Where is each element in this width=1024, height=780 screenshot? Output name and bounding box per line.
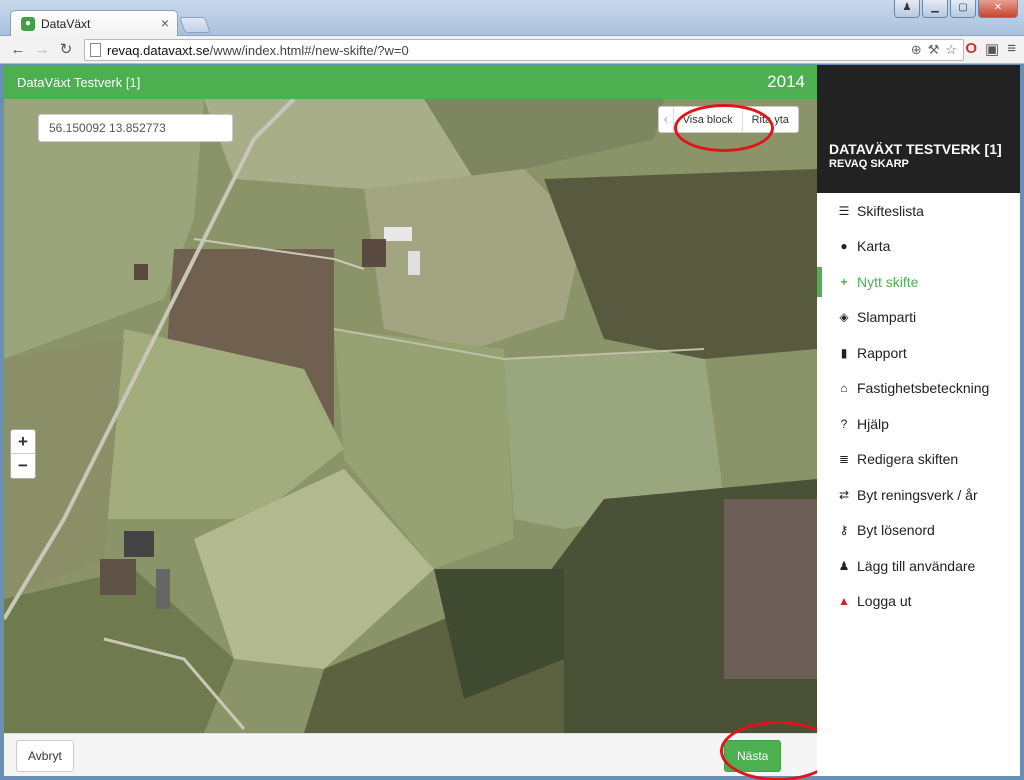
zoom-out-button[interactable]: −: [11, 454, 35, 478]
sidebar-item-label: Rapport: [857, 344, 907, 361]
cubes-icon: ◈: [839, 310, 849, 325]
sidebar-item-label: Fastighetsbeteckning: [857, 380, 990, 397]
address-bar[interactable]: revaq.datavaxt.se/www/index.html#/new-sk…: [84, 39, 964, 61]
maximize-button[interactable]: ▢: [950, 0, 976, 18]
app-container: DataVäxt Testverk [1] 2014 56.150092 13.…: [4, 65, 1020, 780]
satellite-imagery: [4, 99, 817, 733]
warning-icon: ▲: [838, 594, 850, 609]
bookmark-star-icon[interactable]: ☆: [945, 42, 957, 58]
extension-icons: O ▣ ≡: [965, 40, 1016, 58]
question-icon: ?: [840, 416, 848, 431]
form-footer: Avbryt Nästa: [4, 721, 836, 780]
zoom-control: + −: [10, 429, 36, 479]
sidebar-menu: ☰ Skifteslista ● Karta + Nytt skifte ◈ S…: [817, 193, 1020, 619]
omnibox-icons: ⊕ ⚒ ☆: [911, 42, 957, 58]
sidebar-item-lagg-till-anvandare[interactable]: ♟ Lägg till användare: [817, 548, 1020, 584]
annotation-circle-visa-block: [674, 104, 774, 152]
opera-extension-icon[interactable]: O: [965, 40, 977, 58]
sidebar-item-label: Lägg till användare: [857, 557, 976, 574]
sidebar-item-logga-ut[interactable]: ▲ Logga ut: [817, 584, 1020, 620]
sidebar: DATAVÄXT TESTVERK [1] REVAQ SKARP ☰ Skif…: [817, 65, 1020, 776]
globe-icon: ●: [840, 239, 848, 254]
back-arrow-icon[interactable]: ←: [8, 40, 28, 60]
file-icon: ▮: [840, 345, 848, 360]
new-tab-button[interactable]: [179, 17, 211, 33]
datavaxt-favicon-icon: ●: [21, 17, 35, 31]
sidebar-item-byt-losenord[interactable]: ⚷ Byt lösenord: [817, 513, 1020, 549]
sidebar-item-label: Slamparti: [857, 309, 917, 326]
satellite-map[interactable]: ‹ Visa block Rita yta + −: [4, 99, 817, 733]
sidebar-item-karta[interactable]: ● Karta: [817, 229, 1020, 265]
sidebar-item-redigera-skiften[interactable]: ≣ Redigera skiften: [817, 442, 1020, 478]
exchange-icon: ⇄: [838, 487, 850, 502]
tools-icon[interactable]: ⚒: [928, 42, 940, 58]
menu-icon[interactable]: ≡: [1007, 40, 1016, 58]
sidebar-item-label: Nytt skifte: [857, 273, 919, 290]
user-icon: ♟: [838, 558, 850, 573]
sidebar-item-label: Hjälp: [857, 415, 889, 432]
sidebar-item-label: Byt reningsverk / år: [857, 486, 978, 503]
tab-title: DataVäxt: [41, 17, 91, 31]
browser-toolbar: ← → ↻ revaq.datavaxt.se/www/index.html#/…: [0, 36, 1024, 64]
window-controls: ♟ ▁ ▢ ✕: [892, 0, 1018, 18]
home-icon: ⌂: [840, 381, 848, 396]
plus-icon: +: [840, 274, 848, 289]
sidebar-item-label: Redigera skiften: [857, 451, 959, 468]
coordinate-search-input[interactable]: [38, 114, 233, 142]
sidebar-item-rapport[interactable]: ▮ Rapport: [817, 335, 1020, 371]
sidebar-subtitle: REVAQ SKARP: [829, 158, 909, 170]
key-icon: ⚷: [839, 523, 849, 538]
url-text: revaq.datavaxt.se/www/index.html#/new-sk…: [107, 43, 409, 58]
location-icon[interactable]: ⊕: [911, 42, 922, 58]
minimize-button[interactable]: ▁: [922, 0, 948, 18]
sidebar-item-slamparti[interactable]: ◈ Slamparti: [817, 300, 1020, 336]
user-icon[interactable]: ♟: [894, 0, 920, 18]
page-icon: [90, 43, 101, 57]
sidebar-item-label: Skifteslista: [857, 202, 924, 219]
window-titlebar: ● DataVäxt × ♟ ▁ ▢ ✕: [0, 0, 1024, 37]
sidebar-item-label: Logga ut: [857, 593, 912, 610]
forward-arrow-icon[interactable]: →: [32, 40, 52, 60]
reload-icon[interactable]: ↻: [56, 40, 76, 60]
sidebar-item-label: Byt lösenord: [857, 522, 935, 539]
list-icon: ☰: [838, 203, 850, 218]
sidebar-item-fastighetsbeteckning[interactable]: ⌂ Fastighetsbeteckning: [817, 371, 1020, 407]
sidebar-title: DATAVÄXT TESTVERK [1]: [829, 141, 1002, 157]
sidebar-item-skifteslista[interactable]: ☰ Skifteslista: [817, 193, 1020, 229]
year-label: 2014: [767, 72, 805, 91]
sidebar-item-byt-reningsverk[interactable]: ⇄ Byt reningsverk / år: [817, 477, 1020, 513]
sidebar-item-label: Karta: [857, 238, 891, 255]
sidebar-item-nytt-skifte[interactable]: + Nytt skifte: [817, 264, 1020, 300]
app-title: DataVäxt Testverk [1]: [17, 75, 141, 90]
app-header: DataVäxt Testverk [1] 2014: [4, 65, 817, 99]
map-tool-previous[interactable]: ‹: [659, 107, 674, 132]
tab-close-icon[interactable]: ×: [161, 15, 169, 31]
tasks-icon: ≣: [838, 452, 850, 467]
browser-tab[interactable]: ● DataVäxt ×: [10, 10, 178, 37]
close-window-button[interactable]: ✕: [978, 0, 1018, 18]
sidebar-header: DATAVÄXT TESTVERK [1] REVAQ SKARP: [817, 65, 1020, 193]
zoom-in-button[interactable]: +: [11, 430, 35, 454]
extension-icon[interactable]: ▣: [985, 40, 999, 58]
cancel-button[interactable]: Avbryt: [16, 740, 74, 772]
sidebar-item-hjalp[interactable]: ? Hjälp: [817, 406, 1020, 442]
